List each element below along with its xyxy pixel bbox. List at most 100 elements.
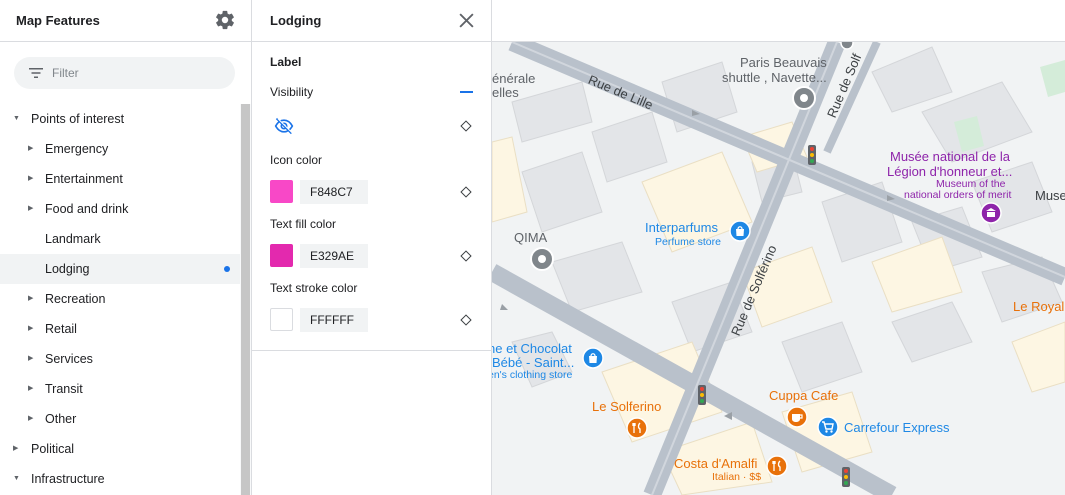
cart-pin-icon[interactable] [817,416,839,438]
icon-color-label: Icon color [270,153,323,167]
text-stroke-label: Text stroke color [270,281,358,295]
keyframe-diamond-icon[interactable] [460,186,472,198]
tree-item-label: Services [45,352,93,366]
place-label: Légion d'honneur et... [887,164,1013,179]
shopping-bag-pin-icon[interactable] [729,220,751,242]
place-sublabel: national orders of merit [904,189,1012,201]
place-pin-icon[interactable] [530,247,554,271]
tree-item-label: Retail [45,322,77,336]
visibility-label: Visibility [270,85,314,99]
place-label: QIMA [514,230,548,245]
collapsed-arrow-icon[interactable]: ▶ [28,164,33,194]
cafe-pin-icon[interactable] [786,406,808,428]
text-stroke-hex-field[interactable]: FFFFFF [300,308,368,332]
place-label: énérale [492,71,536,86]
shopping-bag-pin-icon[interactable] [582,347,604,369]
filter-icon [29,68,43,78]
gear-icon[interactable] [214,9,236,31]
transit-pin-icon[interactable] [792,86,816,110]
icon-color-hex-field[interactable]: F848C7 [300,180,368,204]
place-label: Bébé - Saint... [492,355,575,370]
tree-item-landmark[interactable]: Landmark [0,224,240,254]
tree-item-infrastructure[interactable]: ▼ Infrastructure [0,464,240,494]
tree-item-recreation[interactable]: ▶ Recreation [0,284,240,314]
tree-item-label: Entertainment [45,172,123,186]
feature-tree: ▼ Points of interest ▶ Emergency ▶ Enter… [0,104,240,494]
scrollbar-thumb[interactable] [241,104,250,495]
tree-item-label: Political [31,442,75,456]
map-base [492,42,1065,495]
tree-item-emergency[interactable]: ▶ Emergency [0,134,240,164]
tree-item-entertainment[interactable]: ▶ Entertainment [0,164,240,194]
tree-item-retail[interactable]: ▶ Retail [0,314,240,344]
text-fill-swatch[interactable] [270,244,293,267]
expanded-arrow-icon[interactable]: ▼ [13,104,20,134]
tree-item-label: Lodging [45,262,90,276]
tree-item-label: Points of interest [31,112,125,126]
features-header: Map Features [0,0,251,42]
tree-item-label: Transit [45,382,83,396]
features-title: Map Features [16,13,100,28]
tree-item-label: Emergency [45,142,109,156]
collapsed-arrow-icon[interactable]: ▶ [28,194,33,224]
place-label: Paris Beauvais [740,55,827,70]
place-label: Musée national de la [890,149,1010,164]
collapsed-arrow-icon[interactable]: ▶ [28,404,33,434]
style-panel-title: Lodging [270,13,322,28]
tree-item-political[interactable]: ▶ Political [0,434,240,464]
icon-color-swatch[interactable] [270,180,293,203]
tree-item-other[interactable]: ▶ Other [0,404,240,434]
tree-item-transit[interactable]: ▶ Transit [0,374,240,404]
map-features-panel: Map Features ▼ Points of interest ▶ Emer… [0,0,252,495]
filter-box [14,57,235,89]
transit-pin-icon[interactable] [840,42,854,50]
style-panel: Lodging Label Visibility Icon color F848… [252,0,492,495]
keyframe-diamond-icon[interactable] [460,120,472,132]
tree-item-lodging[interactable]: Lodging [0,254,240,284]
tree-item-points-of-interest[interactable]: ▼ Points of interest [0,104,240,134]
keyframe-diamond-icon[interactable] [460,314,472,326]
place-label: Costa d'Amalfi [674,456,758,471]
tree-item-label: Other [45,412,77,426]
place-label: Cuppa Cafe [769,388,839,403]
place-label: Interparfums [645,220,718,235]
tree-item-label: Food and drink [45,202,129,216]
filter-input[interactable] [52,63,222,83]
modified-indicator-dot [224,266,230,272]
museum-pin-icon[interactable] [980,202,1002,224]
place-label: Carrefour Express [844,420,950,435]
collapsed-arrow-icon[interactable]: ▶ [28,344,33,374]
style-panel-header: Lodging [252,0,491,42]
place-label: Muse [1035,188,1065,203]
place-sublabel: en's clothing store [492,369,573,381]
tree-item-label: Recreation [45,292,106,306]
place-label: elles [492,85,519,100]
visibility-off-icon[interactable] [274,116,294,136]
tree-item-label: Landmark [45,232,101,246]
visibility-toggle[interactable] [460,91,473,93]
place-sublabel: Perfume store [655,236,721,248]
keyframe-diamond-icon[interactable] [460,250,472,262]
collapsed-arrow-icon[interactable]: ▶ [28,374,33,404]
tree-scrollbar[interactable] [240,104,251,495]
text-stroke-swatch[interactable] [270,308,293,331]
collapsed-arrow-icon[interactable]: ▶ [28,134,33,164]
text-fill-hex-field[interactable]: E329AE [300,244,368,268]
map-canvas[interactable]: Rue de Lille Rue de Solf Rue de Solférin… [492,42,1065,495]
restaurant-pin-icon[interactable] [626,417,648,439]
collapsed-arrow-icon[interactable]: ▶ [13,434,18,464]
place-label: ne et Chocolat [492,341,572,356]
text-fill-label: Text fill color [270,217,337,231]
expanded-arrow-icon[interactable]: ▼ [13,464,20,494]
section-label: Label [270,55,302,69]
collapsed-arrow-icon[interactable]: ▶ [28,284,33,314]
restaurant-pin-icon[interactable] [766,455,788,477]
place-label: Le Solferino [592,399,662,414]
place-sublabel: Italian · $$ [712,471,762,483]
map-top-bar [492,0,1065,42]
close-icon[interactable] [458,12,475,29]
collapsed-arrow-icon[interactable]: ▶ [28,314,33,344]
tree-item-services[interactable]: ▶ Services [0,344,240,374]
tree-item-food-and-drink[interactable]: ▶ Food and drink [0,194,240,224]
place-label: Le Royal [1013,299,1065,314]
